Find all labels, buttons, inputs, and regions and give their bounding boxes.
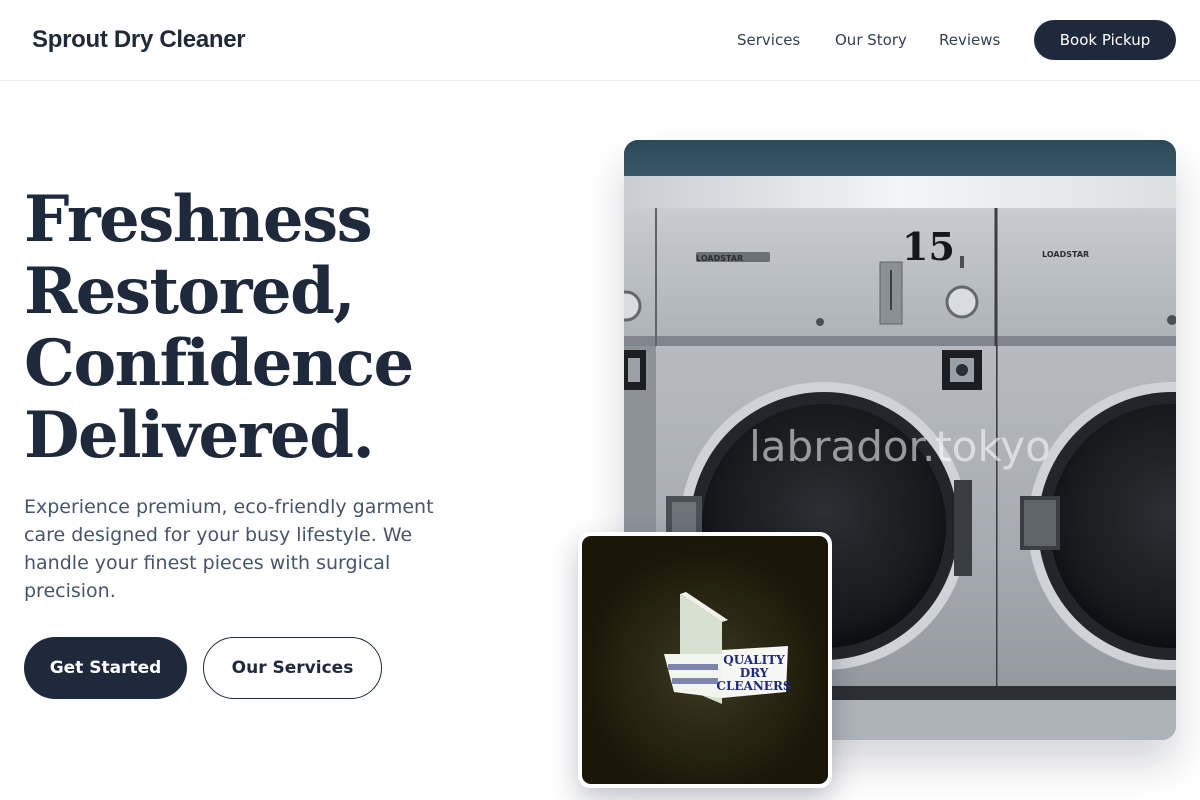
sign-line: QUALITY xyxy=(723,653,785,667)
nav-link-services[interactable]: Services xyxy=(737,30,800,50)
site-header: Sprout Dry Cleaner Services Our Story Re… xyxy=(0,0,1200,81)
nav-link-our-story[interactable]: Our Story xyxy=(835,30,907,50)
headline-line: Restored, xyxy=(24,254,356,329)
dry-cleaner-sign-image: QUALITY DRY CLEANERS xyxy=(578,532,832,788)
nav-link-reviews[interactable]: Reviews xyxy=(939,30,1000,50)
hero-headline: Freshness Restored, Confidence Delivered… xyxy=(24,184,564,472)
page: Sprout Dry Cleaner Services Our Story Re… xyxy=(0,0,1200,800)
hero-subcopy: Experience premium, eco-friendly garment… xyxy=(24,496,434,602)
our-services-button[interactable]: Our Services xyxy=(203,637,382,699)
headline-line: Delivered. xyxy=(24,398,375,473)
get-started-button[interactable]: Get Started xyxy=(24,637,187,699)
sign-line: CLEANERS xyxy=(716,679,791,693)
headline-line: Confidence xyxy=(24,326,414,401)
headline-line: Freshness xyxy=(24,182,373,257)
machine-number: 15 xyxy=(902,224,955,269)
brand-logo-text[interactable]: Sprout Dry Cleaner xyxy=(32,25,246,55)
book-pickup-button[interactable]: Book Pickup xyxy=(1034,20,1176,60)
brand-plate-left: LOADSTAR xyxy=(696,254,743,263)
sign-line: DRY xyxy=(740,666,769,680)
brand-plate-right: LOADSTAR xyxy=(1042,250,1089,259)
photo-watermark: labrador.tokyo xyxy=(749,422,1051,471)
